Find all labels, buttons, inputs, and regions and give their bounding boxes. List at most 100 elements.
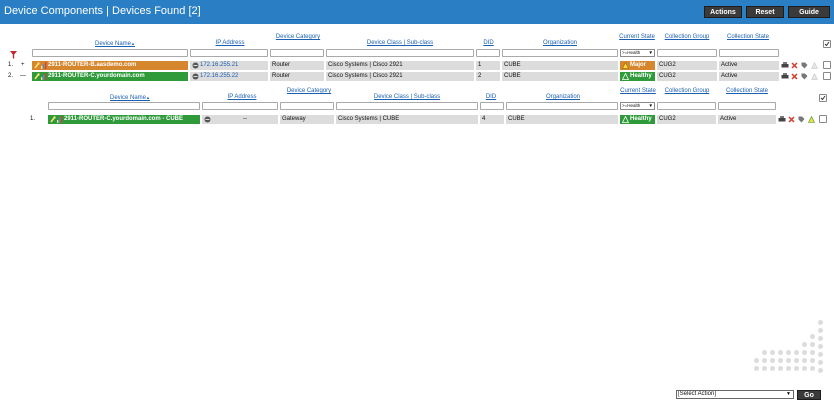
sub-col-organization[interactable]: Organization xyxy=(506,94,620,101)
guide-button[interactable]: Guide xyxy=(788,6,830,18)
row-checkbox[interactable] xyxy=(823,72,831,80)
status-badge: Healthy xyxy=(620,115,655,124)
tag-icon[interactable] xyxy=(801,73,808,82)
table-row-ip[interactable]: 172.16.255.22 xyxy=(190,72,268,81)
sub-select-all-checkbox[interactable] xyxy=(819,94,827,102)
bar-graph-icon[interactable] xyxy=(57,116,63,124)
alert-icon[interactable] xyxy=(808,115,815,125)
alert-icon[interactable] xyxy=(811,72,818,82)
sub-col-device-name-label: Device Name xyxy=(110,95,147,101)
organization-filter[interactable] xyxy=(502,49,618,57)
sub-col-ip-address[interactable]: IP Address xyxy=(212,94,272,101)
sub-did-filter[interactable] xyxy=(480,102,504,110)
tag-icon[interactable] xyxy=(798,116,805,125)
table-row-device-name[interactable]: 2911-ROUTER-B.aasdemo.com xyxy=(32,61,188,70)
sub-state-filter-select[interactable]: >=Health ▼ xyxy=(620,102,655,110)
table-row-device-name[interactable]: 2911-ROUTER-C.yourdomain.com - CUBE xyxy=(48,115,200,124)
bar-graph-icon[interactable] xyxy=(41,62,47,70)
status-badge: Major xyxy=(620,61,655,70)
expand-toggle[interactable]: + xyxy=(21,61,25,70)
table-row-organization: CUBE xyxy=(502,72,618,81)
sort-indicator: ▲ xyxy=(131,41,135,46)
sub-col-device-class[interactable]: Device Class | Sub-class xyxy=(337,94,477,101)
sub-class-filter[interactable] xyxy=(336,102,478,110)
col-current-state[interactable]: Current State xyxy=(619,34,655,41)
sub-collection-state-filter[interactable] xyxy=(718,102,776,110)
sub-col-current-state[interactable]: Current State xyxy=(620,88,656,95)
sub-col-collection-state[interactable]: Collection State xyxy=(717,88,777,95)
sub-col-did[interactable]: DID xyxy=(478,94,504,101)
wrench-icon[interactable] xyxy=(34,73,40,81)
sub-col-device-category[interactable]: Device Category xyxy=(281,88,337,95)
tag-icon[interactable] xyxy=(801,62,808,71)
sub-collection-group-filter[interactable] xyxy=(657,102,716,110)
collection-state-filter[interactable] xyxy=(719,49,779,57)
table-row-device-name[interactable]: 2911-ROUTER-C.yourdomain.com xyxy=(32,72,188,81)
printer-icon[interactable] xyxy=(781,73,789,82)
table-row-category: Gateway xyxy=(280,115,334,124)
page-title: Device Components | Devices Found [2] xyxy=(4,5,201,17)
printer-icon[interactable] xyxy=(778,116,786,125)
ip-filter[interactable] xyxy=(190,49,268,57)
wrench-icon[interactable] xyxy=(50,116,56,124)
sub-device-name-filter[interactable] xyxy=(48,102,200,110)
row-number: 1. xyxy=(8,62,14,68)
collection-group-filter[interactable] xyxy=(657,49,717,57)
row-checkbox[interactable] xyxy=(823,61,831,69)
table-row-ip: -- xyxy=(202,115,278,124)
col-organization[interactable]: Organization xyxy=(502,40,618,47)
table-row-did: 1 xyxy=(476,61,500,70)
col-device-class[interactable]: Device Class | Sub-class xyxy=(326,40,474,47)
collapse-toggle[interactable]: — xyxy=(20,72,26,81)
table-row-ip[interactable]: 172.16.255.21 xyxy=(190,61,268,70)
row-checkbox[interactable] xyxy=(819,115,827,123)
select-action-dropdown[interactable]: [Select Action] ▼ xyxy=(676,390,794,399)
printer-icon[interactable] xyxy=(781,62,789,71)
sub-organization-filter[interactable] xyxy=(506,102,618,110)
tools-icon[interactable] xyxy=(791,73,798,82)
chevron-down-icon: ▼ xyxy=(786,391,791,397)
alert-icon[interactable] xyxy=(811,61,818,71)
category-filter[interactable] xyxy=(270,49,324,57)
device-name-text: 2911-ROUTER-C.yourdomain.com - CUBE xyxy=(64,116,184,122)
table-row-class: Cisco Systems | CUBE xyxy=(336,115,478,124)
tools-icon[interactable] xyxy=(788,116,795,125)
device-name-filter[interactable] xyxy=(32,49,188,57)
sub-ip-filter[interactable] xyxy=(202,102,278,110)
warning-icon xyxy=(621,115,630,124)
state-filter-value: >=Health xyxy=(622,50,641,55)
actions-button[interactable]: Actions xyxy=(704,6,742,18)
col-device-name-label: Device Name xyxy=(95,41,132,47)
col-device-name[interactable]: Device Name▲ xyxy=(60,40,170,48)
table-row-organization: CUBE xyxy=(502,61,618,70)
col-ip-address[interactable]: IP Address xyxy=(200,40,260,47)
col-collection-group[interactable]: Collection Group xyxy=(656,34,718,41)
go-button[interactable]: Go xyxy=(797,390,821,400)
chevron-down-icon: ▼ xyxy=(648,103,653,108)
sub-category-filter[interactable] xyxy=(280,102,334,110)
table-row-class: Cisco Systems | Cisco 2921 xyxy=(326,72,474,81)
title-bar: Device Components | Devices Found [2] Ac… xyxy=(0,0,834,24)
bar-graph-icon[interactable] xyxy=(41,73,47,81)
table-row-collection-group: CUG2 xyxy=(657,61,717,70)
col-collection-state[interactable]: Collection State xyxy=(718,34,778,41)
table-row-collection-state: Active xyxy=(719,61,779,70)
did-filter[interactable] xyxy=(476,49,500,57)
table-row-organization: CUBE xyxy=(506,115,618,124)
tools-icon[interactable] xyxy=(791,62,798,71)
state-filter-select[interactable]: >=Health ▼ xyxy=(620,49,655,57)
table-row-collection-group: CUG2 xyxy=(657,115,716,124)
filter-icon[interactable] xyxy=(10,51,17,61)
sub-col-collection-group[interactable]: Collection Group xyxy=(657,88,717,95)
wrench-icon[interactable] xyxy=(34,62,40,70)
ip-text: 172.16.255.22 xyxy=(200,73,239,79)
class-filter[interactable] xyxy=(326,49,474,57)
sub-col-device-name[interactable]: Device Name▲ xyxy=(80,94,180,102)
reset-button[interactable]: Reset xyxy=(746,6,784,18)
col-device-category[interactable]: Device Category xyxy=(270,34,326,41)
sub-state-filter-value: >=Health xyxy=(622,103,641,108)
select-all-checkbox[interactable] xyxy=(823,40,831,48)
col-did[interactable]: DID xyxy=(476,40,501,47)
status-badge: Healthy xyxy=(620,72,655,81)
device-icon xyxy=(192,62,199,70)
